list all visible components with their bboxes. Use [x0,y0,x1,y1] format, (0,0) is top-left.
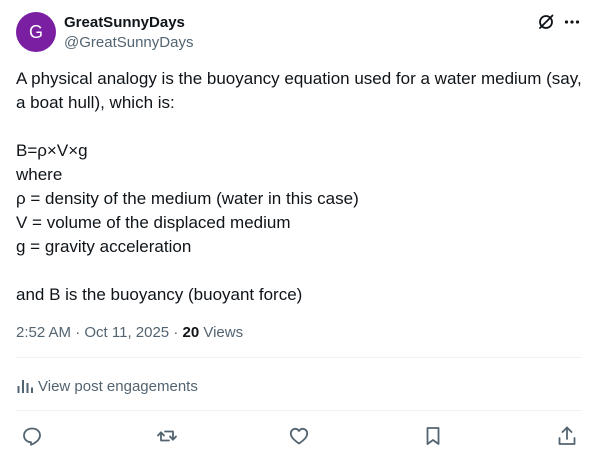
like-button[interactable] [287,424,311,448]
post-meta: 2:52 AM · Oct 11, 2025 · 20 Views [16,323,243,343]
header-actions [530,12,582,32]
post-header: G GreatSunnyDays @GreatSunnyDays [16,12,582,54]
avatar[interactable]: G [16,12,56,52]
views-label: Views [199,324,244,341]
repost-button[interactable] [155,424,179,448]
avatar-letter: G [28,22,43,42]
post-text: A physical analogy is the buoyancy equat… [16,69,582,304]
author-names: GreatSunnyDays @GreatSunnyDays [64,13,193,53]
meta-separator: · [169,324,183,341]
like-icon [289,427,309,445]
analytics-icon [16,377,34,395]
action-bar [16,422,582,448]
share-button[interactable] [555,424,579,448]
bookmark-button[interactable] [421,424,445,448]
view-engagements-label: View post engagements [38,377,198,395]
more-icon[interactable] [562,12,582,32]
divider [16,357,582,358]
repost-icon [157,430,177,442]
post: G GreatSunnyDays @GreatSunnyDays A physi… [0,0,598,459]
author-handle[interactable]: @GreatSunnyDays [64,33,193,53]
author-display-name[interactable]: GreatSunnyDays [64,13,193,33]
share-icon [558,426,576,445]
grok-icon[interactable] [536,12,556,32]
views-count: 20 [182,324,200,341]
reply-icon [23,427,41,446]
bookmark-icon [426,427,440,445]
reply-button[interactable] [20,424,44,448]
post-timestamp[interactable]: 2:52 AM · Oct 11, 2025 [16,324,169,341]
view-engagements-link[interactable]: View post engagements [16,376,198,396]
divider [16,410,582,411]
